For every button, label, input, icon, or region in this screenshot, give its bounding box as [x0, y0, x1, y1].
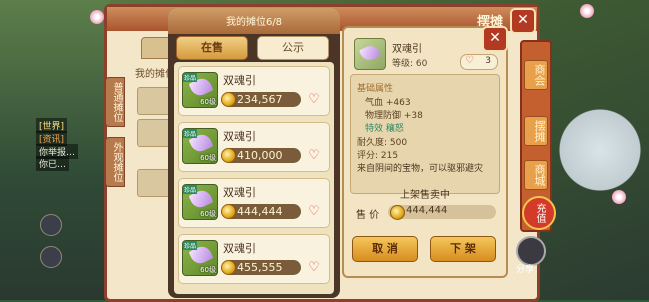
section-title: 基础属性: [357, 84, 394, 94]
coin-icon: [221, 148, 236, 163]
close-icon[interactable]: ✕: [510, 8, 536, 34]
coin-icon: [221, 204, 236, 219]
heart-icon[interactable]: ♡: [305, 261, 323, 274]
list-item[interactable]: 珍品 60级 双魂引 455,555 ♡: [178, 234, 330, 284]
item-level: 60级: [200, 266, 216, 274]
item-description: 来自阴间的宝物，可以驱邪避灾: [357, 164, 484, 174]
side-tab-stall[interactable]: 摆摊: [524, 116, 548, 146]
item-name: 双魂引: [223, 130, 256, 143]
coin-icon: [221, 260, 236, 275]
item-price: 444,444: [237, 205, 283, 218]
special-effect: 特效 穰怒: [365, 124, 404, 134]
chat-channel-icon[interactable]: [40, 214, 62, 236]
detail-price-bar: 444,444: [388, 205, 496, 220]
stall-slot[interactable]: [137, 87, 171, 115]
sakura-decoration: [580, 4, 594, 18]
tab-appearance-stall[interactable]: 外观摊位: [105, 137, 125, 187]
favorite-counter[interactable]: ♡ 3: [460, 54, 498, 70]
coin-icon: [390, 205, 405, 220]
detail-item-level: 等级: 60: [392, 59, 428, 69]
item-level: 60级: [200, 98, 216, 106]
soul-item-icon: [358, 42, 382, 64]
durability: 耐久度: 500: [357, 138, 408, 148]
item-icon: 珍品 60级: [182, 184, 218, 220]
item-icon: 珍品 60级: [182, 72, 218, 108]
rarity-tag: 珍品: [183, 73, 198, 82]
stall-slot[interactable]: [137, 169, 171, 197]
detail-item-icon: [354, 38, 386, 70]
coin-icon: [221, 92, 236, 107]
tab-public[interactable]: 公示: [257, 36, 329, 60]
price-bar: 410,000: [221, 148, 301, 163]
item-price: 234,567: [237, 93, 283, 106]
voice-icon[interactable]: [40, 246, 62, 268]
heart-icon[interactable]: ♡: [305, 205, 323, 218]
rarity-tag: 珍品: [183, 241, 198, 250]
price-label: 售 价: [356, 210, 380, 221]
heart-icon[interactable]: ♡: [305, 93, 323, 106]
item-icon: 珍品 60级: [182, 240, 218, 276]
heart-icon[interactable]: ♡: [305, 149, 323, 162]
stall-slot[interactable]: [137, 119, 171, 147]
my-stall-list-panel: 我的摊位6/8 在售 公示 珍品 60级 双魂引 234,567 ♡ 珍品 60…: [168, 8, 340, 298]
sakura-decoration: [90, 10, 104, 24]
stat-phys-def: 物理防御 +38: [365, 111, 423, 121]
item-icon: 珍品 60级: [182, 128, 218, 164]
rarity-tag: 珍品: [183, 129, 198, 138]
share-label: 分享: [516, 265, 535, 275]
price-bar: 234,567: [221, 92, 301, 107]
item-level: 60级: [200, 154, 216, 162]
score: 评分: 215: [357, 151, 399, 161]
rarity-tag: 珍品: [183, 185, 198, 194]
item-detail-panel: 双魂引 等级: 60 ♡ 3 基础属性 气血 +463 物理防御 +38 特效 …: [342, 26, 508, 278]
detail-price: 444,444: [406, 205, 448, 216]
item-list: 珍品 60级 双魂引 234,567 ♡ 珍品 60级 双魂引 410,000 …: [174, 62, 334, 294]
list-item[interactable]: 珍品 60级 双魂引 444,444 ♡: [178, 178, 330, 228]
favorite-count: 3: [485, 56, 491, 66]
chat-line[interactable]: 你已…: [36, 156, 70, 171]
attribute-box: 基础属性 气血 +463 物理防御 +38 特效 穰怒 耐久度: 500 评分:…: [350, 74, 500, 194]
item-name: 双魂引: [223, 186, 256, 199]
item-name: 双魂引: [223, 74, 256, 87]
item-price: 455,555: [237, 261, 283, 274]
tab-on-sale[interactable]: 在售: [176, 36, 248, 60]
item-name: 双魂引: [223, 242, 256, 255]
side-tab-shop[interactable]: 商城: [524, 160, 548, 190]
close-icon[interactable]: ✕: [482, 26, 508, 52]
heart-icon: ♡: [465, 55, 474, 66]
list-title: 我的摊位6/8: [225, 17, 283, 28]
tab-normal-stall[interactable]: 普通摊位: [105, 77, 125, 127]
unlist-button[interactable]: 下 架: [430, 236, 496, 262]
cancel-button[interactable]: 取 消: [352, 236, 418, 262]
list-item[interactable]: 珍品 60级 双魂引 410,000 ♡: [178, 122, 330, 172]
price-bar: 444,444: [221, 204, 301, 219]
recharge-button[interactable]: 充值: [522, 196, 556, 230]
side-tab-chamber[interactable]: 商会: [524, 60, 548, 90]
item-level: 60级: [200, 210, 216, 218]
price-bar: 455,555: [221, 260, 301, 275]
list-item[interactable]: 珍品 60级 双魂引 234,567 ♡: [178, 66, 330, 116]
sakura-decoration: [612, 190, 626, 204]
stat-hp: 气血 +463: [365, 98, 411, 108]
item-price: 410,000: [237, 149, 283, 162]
selling-status: 上架售卖中: [400, 190, 450, 201]
detail-item-name: 双魂引: [392, 44, 422, 55]
